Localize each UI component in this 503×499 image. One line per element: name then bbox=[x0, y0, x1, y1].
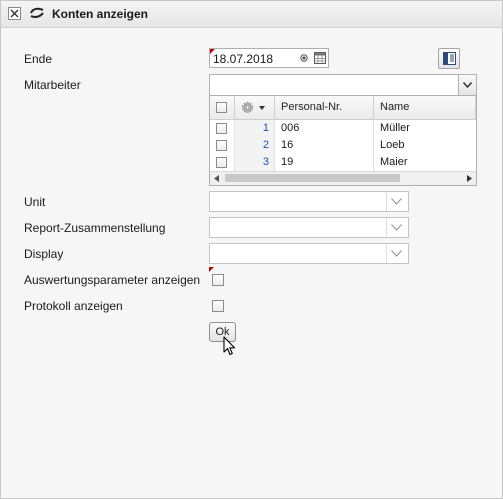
chevron-down-icon bbox=[391, 198, 402, 205]
grid-header: Personal-Nr. Name bbox=[210, 96, 476, 120]
row-checkbox[interactable] bbox=[216, 157, 227, 168]
row-personal-nr: 16 bbox=[281, 139, 294, 151]
row-name: Müller bbox=[380, 122, 410, 134]
display-label: Display bbox=[24, 247, 64, 261]
select-all-checkbox[interactable] bbox=[216, 102, 227, 113]
col-header-name-label: Name bbox=[380, 101, 410, 113]
scrollbar-thumb[interactable] bbox=[225, 174, 400, 182]
ende-label: Ende bbox=[24, 52, 53, 66]
auswertung-checkbox[interactable] bbox=[212, 274, 224, 286]
table-row[interactable]: 3 19 Maier bbox=[210, 154, 476, 171]
row-personal-nr: 006 bbox=[281, 122, 300, 134]
col-header-personal-nr-label: Personal-Nr. bbox=[281, 101, 343, 113]
unit-select[interactable] bbox=[209, 191, 409, 212]
row-checkbox[interactable] bbox=[216, 123, 227, 134]
clear-icon[interactable] bbox=[300, 54, 308, 62]
display-dropdown-button[interactable] bbox=[386, 244, 407, 263]
row-checkbox[interactable] bbox=[216, 140, 227, 151]
mouse-pointer-icon bbox=[223, 336, 236, 356]
chevron-down-icon bbox=[391, 250, 402, 257]
title-bar: Konten anzeigen bbox=[1, 1, 502, 28]
table-row[interactable]: 2 16 Loeb bbox=[210, 137, 476, 154]
report-select[interactable] bbox=[209, 217, 409, 238]
report-label: Report-Zusammenstellung bbox=[24, 221, 166, 235]
horizontal-scrollbar[interactable] bbox=[210, 171, 476, 185]
row-name: Maier bbox=[380, 156, 408, 168]
chevron-down-icon bbox=[463, 82, 472, 88]
ende-date-value: 18.07.2018 bbox=[213, 52, 274, 66]
row-number: 3 bbox=[262, 156, 269, 168]
mitarbeiter-grid: Personal-Nr. Name 1 006 Müller 2 16 Loeb… bbox=[209, 96, 477, 186]
col-header-name[interactable]: Name bbox=[374, 96, 476, 119]
calendar-icon[interactable] bbox=[314, 52, 326, 64]
caret-down-icon bbox=[259, 106, 265, 110]
row-number: 2 bbox=[262, 139, 269, 151]
auswertung-label: Auswertungsparameter anzeigen bbox=[24, 273, 201, 287]
select-all-cell bbox=[210, 96, 235, 119]
grid-settings-cell[interactable] bbox=[235, 96, 275, 119]
mitarbeiter-label: Mitarbeiter bbox=[24, 78, 81, 92]
unit-label: Unit bbox=[24, 195, 46, 209]
protokoll-checkbox[interactable] bbox=[212, 300, 224, 312]
gear-icon bbox=[242, 102, 253, 113]
konten-icon bbox=[30, 7, 44, 18]
mitarbeiter-combo[interactable] bbox=[209, 74, 477, 96]
ende-date-field[interactable]: 18.07.2018 bbox=[209, 48, 329, 68]
table-row[interactable]: 1 006 Müller bbox=[210, 120, 476, 137]
column-layout-button[interactable] bbox=[438, 48, 460, 69]
row-personal-nr: 19 bbox=[281, 156, 294, 168]
scroll-right-icon[interactable] bbox=[467, 175, 472, 182]
report-dropdown-button[interactable] bbox=[386, 218, 407, 237]
window-title: Konten anzeigen bbox=[52, 7, 149, 21]
protokoll-label: Protokoll anzeigen bbox=[24, 299, 123, 313]
row-name: Loeb bbox=[380, 139, 405, 151]
combo-dropdown-button[interactable] bbox=[458, 75, 476, 95]
required-marker bbox=[209, 267, 214, 272]
unit-dropdown-button[interactable] bbox=[386, 192, 407, 211]
chevron-down-icon bbox=[391, 224, 402, 231]
close-icon[interactable] bbox=[8, 7, 21, 20]
dialog-window: Konten anzeigen Ende 18.07.2018 Mitarbei… bbox=[0, 0, 503, 499]
col-header-personal-nr[interactable]: Personal-Nr. bbox=[275, 96, 374, 119]
display-select[interactable] bbox=[209, 243, 409, 264]
scroll-left-icon[interactable] bbox=[214, 175, 219, 182]
row-number: 1 bbox=[262, 122, 269, 134]
columns-icon bbox=[443, 52, 456, 65]
